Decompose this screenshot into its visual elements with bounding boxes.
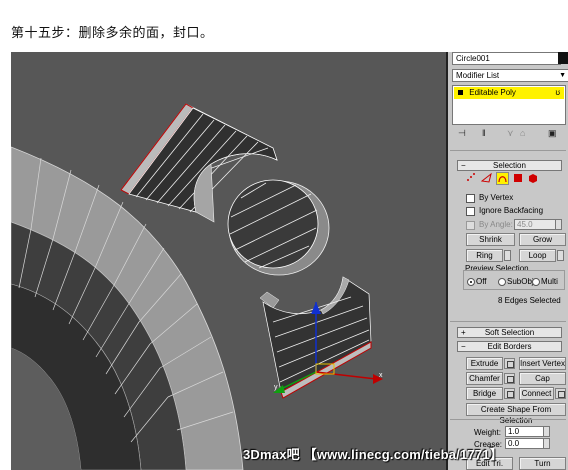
soft-selection-rollout-header[interactable]: + Soft Selection <box>457 327 562 338</box>
weight-spinner[interactable] <box>543 426 550 437</box>
extrude-button[interactable]: Extrude <box>466 357 503 370</box>
separator <box>450 321 566 322</box>
loop-spinner[interactable] <box>557 250 564 261</box>
modifier-list-dropdown[interactable]: Modifier List ▼ <box>452 69 568 82</box>
ignore-backfacing-label: Ignore Backfacing <box>479 206 544 215</box>
insert-vertex-button[interactable]: Insert Vertex <box>519 357 566 370</box>
border-loop-icon <box>498 176 507 183</box>
create-shape-button[interactable]: Create Shape From Selection <box>466 403 566 425</box>
bridge-button[interactable]: Bridge <box>466 387 503 400</box>
by-angle-spinner[interactable] <box>555 219 562 230</box>
remove-modifier-icon[interactable]: ⌂ <box>520 128 525 138</box>
by-angle-checkbox[interactable] <box>466 221 475 230</box>
by-angle-input[interactable]: 45.0 <box>514 219 556 230</box>
viewport-scene[interactable]: x y <box>11 52 446 470</box>
chevron-down-icon: ▼ <box>559 72 566 79</box>
modifier-stack[interactable]: Editable Poly ʊ <box>452 85 566 125</box>
preview-subobj-radio[interactable] <box>498 278 506 286</box>
weight-input[interactable]: 1.0 <box>505 426 544 437</box>
grow-button[interactable]: Grow <box>519 233 566 246</box>
preview-subobj-label: SubObj <box>507 277 534 286</box>
preview-off-label: Off <box>476 277 487 286</box>
stack-item-label: Editable Poly <box>469 88 516 97</box>
by-vertex-label: By Vertex <box>479 193 514 202</box>
chamfer-settings-icon[interactable] <box>504 373 515 384</box>
edge-subobject-icon[interactable]: ʊ <box>555 87 560 99</box>
collapse-icon: − <box>461 161 466 170</box>
modify-panel: Circle001 Modifier List ▼ Editable Poly … <box>448 52 568 470</box>
collapse-icon: − <box>461 342 466 351</box>
connect-button[interactable]: Connect <box>519 387 554 400</box>
preview-multi-radio[interactable] <box>532 278 540 286</box>
preview-off-radio[interactable] <box>467 278 475 286</box>
selection-title: Selection <box>493 161 526 170</box>
expand-icon: + <box>461 328 466 337</box>
gizmo-x-label: x <box>379 372 383 379</box>
polygon-square-icon <box>514 174 522 182</box>
cap-button[interactable]: Cap <box>519 372 566 385</box>
soft-selection-title: Soft Selection <box>484 328 535 337</box>
chamfer-button[interactable]: Chamfer <box>466 372 503 385</box>
slab-bottom-right-notch <box>259 291 280 309</box>
loop-button[interactable]: Loop <box>519 249 556 262</box>
ring-button[interactable]: Ring <box>466 249 503 262</box>
selection-status-text: 8 Edges Selected <box>498 296 561 305</box>
by-angle-label: By Angle: <box>479 220 513 229</box>
by-vertex-checkbox[interactable] <box>466 194 475 203</box>
polygon-mode-icon[interactable] <box>512 172 523 183</box>
3dsmax-window: x y Circle001 Modifier List ▼ Editable P… <box>11 52 568 470</box>
weight-label: Weight: <box>474 428 501 437</box>
pin-stack-icon[interactable]: ⊣ <box>458 128 466 139</box>
element-mode-icon[interactable] <box>527 172 538 183</box>
perspective-viewport[interactable]: x y <box>11 52 446 470</box>
bridge-settings-icon[interactable] <box>504 388 515 399</box>
stack-bullet-icon <box>458 90 463 96</box>
make-unique-icon[interactable]: ⋎ <box>507 128 514 139</box>
turn-button[interactable]: Turn <box>519 457 566 470</box>
edit-borders-rollout-header[interactable]: − Edit Borders <box>457 341 562 352</box>
selection-rollout-header[interactable]: − Selection <box>457 160 562 171</box>
modifier-list-label: Modifier List <box>456 71 500 80</box>
element-cube-icon <box>529 174 537 183</box>
object-name-field[interactable]: Circle001 <box>452 52 561 65</box>
edge-triangle-icon <box>480 172 492 183</box>
extrude-settings-icon[interactable] <box>504 358 515 369</box>
ignore-backfacing-checkbox[interactable] <box>466 207 475 216</box>
crease-input[interactable]: 0.0 <box>505 438 544 449</box>
preview-multi-label: Multi <box>541 277 558 286</box>
stack-toolbar: ⊣ ‖ ⋎ ⌂ ▣ <box>452 128 564 140</box>
object-color-swatch[interactable] <box>558 52 568 64</box>
ring-spinner[interactable] <box>504 250 511 261</box>
watermark: 3Dmax吧 【www.linecg.com/tieba/1771】 <box>243 447 503 462</box>
separator <box>450 419 566 420</box>
vertex-mode-icon[interactable] <box>466 172 477 183</box>
border-mode-icon[interactable] <box>496 172 509 185</box>
gizmo-y-label: y <box>274 384 278 391</box>
crease-spinner[interactable] <box>543 438 550 449</box>
edit-borders-title: Edit Borders <box>487 342 532 351</box>
edge-mode-icon[interactable] <box>480 172 492 183</box>
configure-sets-icon[interactable]: ▣ <box>548 128 557 139</box>
show-end-result-icon[interactable]: ‖ <box>482 128 486 138</box>
shrink-button[interactable]: Shrink <box>466 233 515 246</box>
separator <box>450 150 566 151</box>
stack-item-editable-poly[interactable]: Editable Poly ʊ <box>454 87 564 99</box>
vertex-dots-icon <box>467 173 475 181</box>
connect-settings-icon[interactable] <box>555 388 566 399</box>
step-caption: 第十五步：删除多余的面，封口。 <box>11 26 214 41</box>
cylinder-cap <box>227 179 319 269</box>
